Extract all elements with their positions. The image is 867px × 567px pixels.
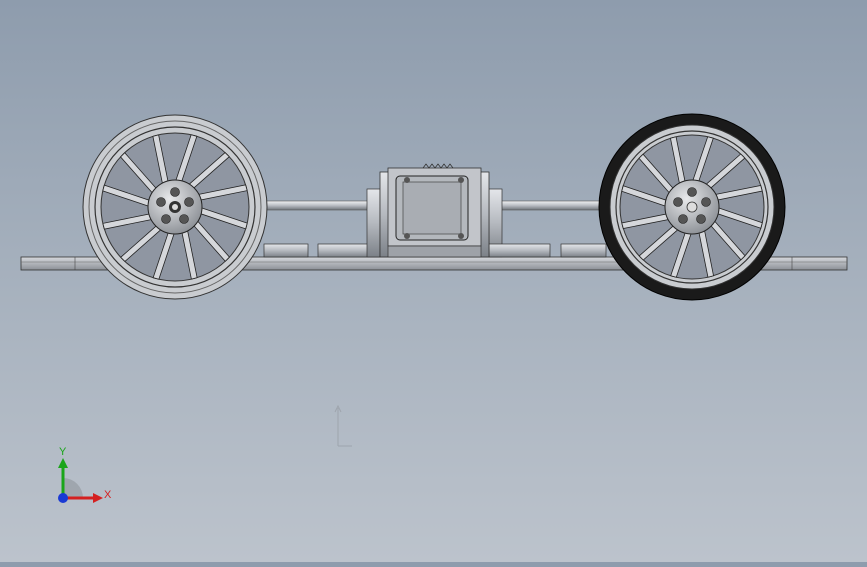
right-wheel[interactable] bbox=[598, 113, 786, 301]
view-triad[interactable]: Y X bbox=[58, 446, 112, 503]
left-bracket[interactable] bbox=[263, 188, 381, 258]
graphics-viewport[interactable]: Y X bbox=[0, 0, 867, 562]
x-axis-label: X bbox=[104, 489, 112, 501]
origin-marker bbox=[334, 404, 352, 447]
z-axis-dot bbox=[58, 493, 68, 503]
right-bracket[interactable] bbox=[488, 188, 607, 258]
motor-gearbox[interactable] bbox=[379, 163, 490, 258]
y-axis-label: Y bbox=[59, 446, 67, 458]
left-wheel[interactable] bbox=[82, 114, 268, 300]
